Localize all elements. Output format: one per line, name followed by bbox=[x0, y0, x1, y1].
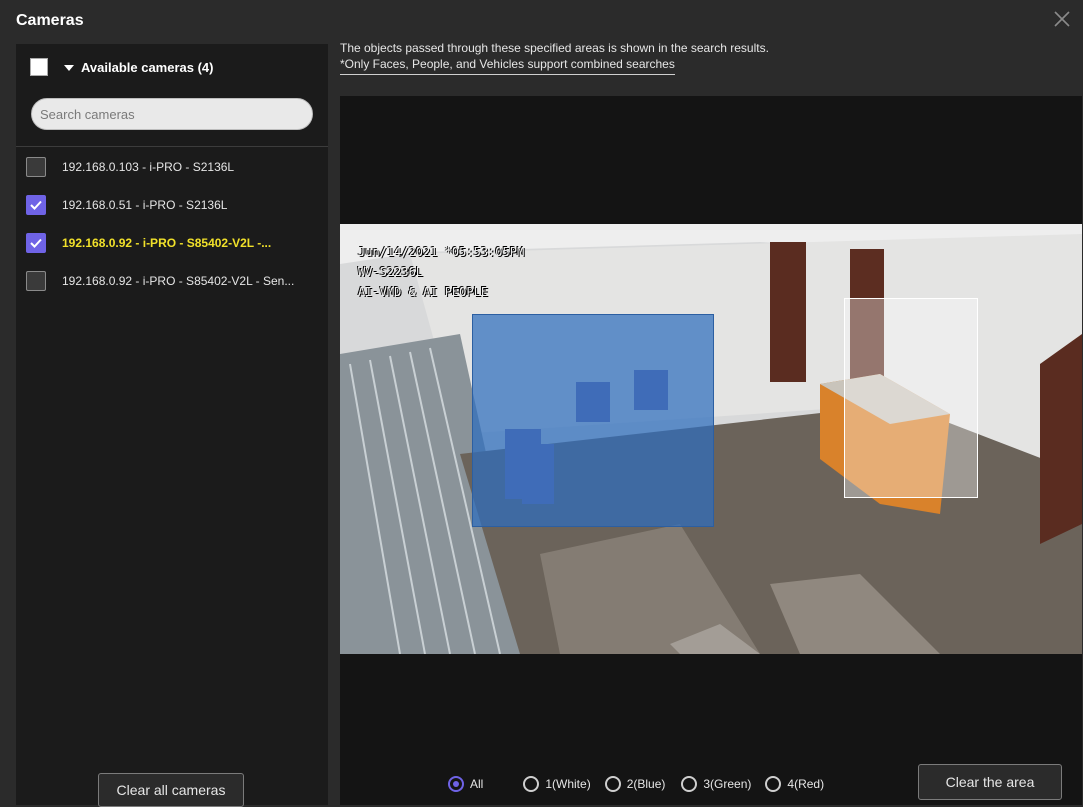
radio-green[interactable]: 3(Green) bbox=[681, 776, 751, 792]
overlay-timestamp: Jun/14/2021 *05:53:05PM bbox=[358, 245, 525, 259]
camera-label: 192.168.0.92 - i-PRO - S85402-V2L - Sen.… bbox=[62, 274, 295, 288]
area-filter-radios: All 1(White) 2(Blue) 3(Green) 4(Red) bbox=[448, 772, 838, 796]
radio-label: 2(Blue) bbox=[626, 777, 666, 791]
video-overlay-text: Jun/14/2021 *05:53:05PM WV-S2236L AI-VMD… bbox=[358, 242, 524, 302]
info-text: The objects passed through these specifi… bbox=[340, 40, 769, 75]
camera-item[interactable]: 192.168.0.51 - i-PRO - S2136L bbox=[16, 186, 328, 224]
camera-checkbox[interactable] bbox=[26, 157, 46, 177]
dialog-title: Cameras bbox=[16, 12, 84, 29]
checkmark-icon bbox=[30, 200, 42, 210]
overlay-mode: AI-VMD & AI PEOPLE bbox=[358, 285, 489, 299]
checkmark-icon bbox=[30, 238, 42, 248]
camera-item[interactable]: 192.168.0.92 - i-PRO - S85402-V2L -... bbox=[16, 224, 328, 262]
radio-dot-icon bbox=[681, 776, 698, 792]
title-bar: Cameras bbox=[0, 0, 1083, 40]
area-2-blue[interactable] bbox=[472, 314, 714, 527]
clear-the-area-button[interactable]: Clear the area bbox=[918, 764, 1062, 800]
camera-viewport: Jun/14/2021 *05:53:05PM WV-S2236L AI-VMD… bbox=[340, 96, 1082, 805]
camera-checkbox[interactable] bbox=[26, 271, 46, 291]
radio-dot-icon bbox=[765, 776, 782, 792]
search-cameras-input[interactable] bbox=[31, 98, 313, 130]
radio-dot-icon bbox=[604, 776, 621, 792]
camera-checkbox[interactable] bbox=[26, 233, 46, 253]
area-1-white[interactable] bbox=[844, 298, 978, 498]
radio-label: 3(Green) bbox=[703, 777, 752, 791]
caret-down-icon bbox=[64, 64, 74, 71]
available-cameras-toggle[interactable]: Available cameras (4) bbox=[64, 60, 213, 75]
info-line-2: *Only Faces, People, and Vehicles suppor… bbox=[340, 56, 675, 75]
camera-list: 192.168.0.103 - i-PRO - S2136L 192.168.0… bbox=[16, 148, 328, 300]
camera-item[interactable]: 192.168.0.103 - i-PRO - S2136L bbox=[16, 148, 328, 186]
radio-label: 4(Red) bbox=[787, 777, 825, 791]
camera-label: 192.168.0.51 - i-PRO - S2136L bbox=[62, 198, 228, 212]
sidebar-header: Available cameras (4) bbox=[16, 44, 328, 147]
radio-label: 1(White) bbox=[545, 777, 591, 791]
radio-white[interactable]: 1(White) bbox=[523, 776, 591, 792]
camera-label-selected: 192.168.0.92 - i-PRO - S85402-V2L -... bbox=[62, 236, 272, 250]
camera-sidebar: Available cameras (4) 192.168.0.103 - i-… bbox=[16, 44, 328, 807]
radio-dot-icon bbox=[523, 776, 540, 792]
camera-item[interactable]: 192.168.0.92 - i-PRO - S85402-V2L - Sen.… bbox=[16, 262, 328, 300]
camera-feed[interactable]: Jun/14/2021 *05:53:05PM WV-S2236L AI-VMD… bbox=[340, 224, 1082, 654]
available-cameras-label: Available cameras (4) bbox=[81, 60, 214, 75]
close-icon[interactable] bbox=[1053, 10, 1071, 28]
radio-blue[interactable]: 2(Blue) bbox=[604, 776, 666, 792]
camera-checkbox[interactable] bbox=[26, 195, 46, 215]
camera-label: 192.168.0.103 - i-PRO - S2136L bbox=[62, 160, 235, 174]
radio-dot-icon bbox=[448, 776, 464, 792]
overlay-model: WV-S2236L bbox=[358, 265, 424, 279]
info-line-1: The objects passed through these specifi… bbox=[340, 41, 769, 55]
select-all-checkbox[interactable] bbox=[30, 58, 48, 76]
radio-red[interactable]: 4(Red) bbox=[765, 776, 824, 792]
clear-all-cameras-button[interactable]: Clear all cameras bbox=[98, 773, 244, 807]
radio-all[interactable]: All bbox=[448, 776, 483, 792]
radio-label: All bbox=[470, 777, 484, 791]
